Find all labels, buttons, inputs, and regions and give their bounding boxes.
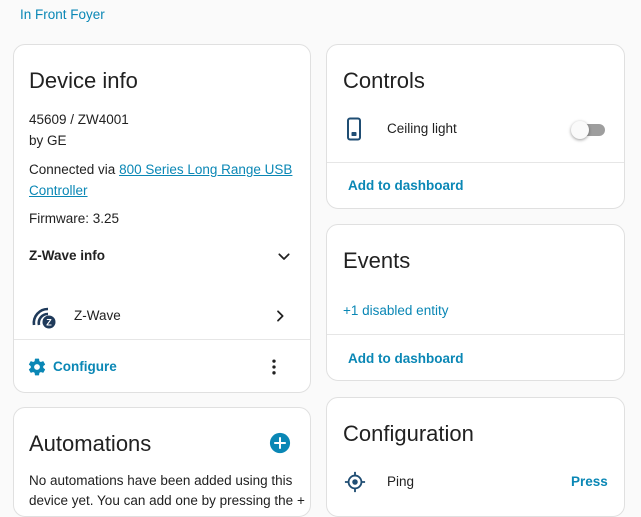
automations-title: Automations (29, 431, 152, 456)
dots-vertical-icon[interactable] (264, 357, 284, 377)
light-switch-icon[interactable] (343, 117, 365, 141)
disabled-entities-link[interactable]: +1 disabled entity (343, 303, 448, 318)
ping-press-button[interactable]: Press (571, 474, 608, 489)
controls-card: Controls Ceiling light Add to dashboard (326, 44, 625, 209)
controller-link[interactable]: 800 Series Long Range USB (119, 162, 292, 177)
chevron-down-icon[interactable] (276, 249, 292, 265)
ceiling-light-label[interactable]: Ceiling light (387, 121, 457, 136)
area-breadcrumb-link[interactable]: In Front Foyer (20, 7, 105, 22)
events-title: Events (343, 248, 411, 273)
ping-label: Ping (387, 474, 415, 489)
automations-empty-text-line2: device yet. You can add one by pressing … (29, 493, 305, 508)
controls-title: Controls (343, 68, 425, 93)
firmware-version: Firmware: 3.25 (29, 211, 120, 226)
configuration-title: Configuration (343, 421, 474, 446)
device-info-card: Device info 45609 / ZW4001 by GE Connect… (13, 44, 311, 393)
events-divider (327, 334, 624, 335)
crosshairs-gps-icon (344, 471, 366, 493)
device-manufacturer: by GE (29, 133, 67, 148)
svg-text:Z: Z (46, 318, 52, 328)
zwave-info-label[interactable]: Z-Wave info (29, 248, 105, 263)
configuration-card: Configuration Ping Press (326, 397, 625, 517)
zwave-integration-label[interactable]: Z-Wave (74, 308, 121, 323)
zwave-icon: Z (32, 307, 56, 329)
connected-via-label: Connected via (29, 162, 120, 177)
device-info-divider (14, 339, 310, 340)
events-add-to-dashboard-button[interactable]: Add to dashboard (348, 351, 464, 366)
controls-divider (327, 162, 624, 163)
toggle-thumb (571, 121, 589, 139)
controls-add-to-dashboard-button[interactable]: Add to dashboard (348, 178, 464, 193)
ceiling-light-toggle[interactable] (571, 120, 607, 140)
connected-via-line: Connected via 800 Series Long Range USB (29, 162, 292, 177)
plus-circle-icon[interactable] (269, 432, 291, 454)
chevron-right-icon[interactable] (272, 308, 288, 324)
automations-empty-text-line1: No automations have been added using thi… (29, 473, 293, 488)
events-card: Events +1 disabled entity Add to dashboa… (326, 224, 625, 381)
configure-button[interactable]: Configure (53, 359, 117, 374)
gear-icon[interactable] (27, 357, 47, 377)
device-model: 45609 / ZW4001 (29, 112, 129, 127)
controller-link-continued[interactable]: Controller (29, 183, 88, 198)
automations-card: Automations No automations have been add… (13, 407, 311, 517)
device-info-title: Device info (29, 68, 138, 93)
